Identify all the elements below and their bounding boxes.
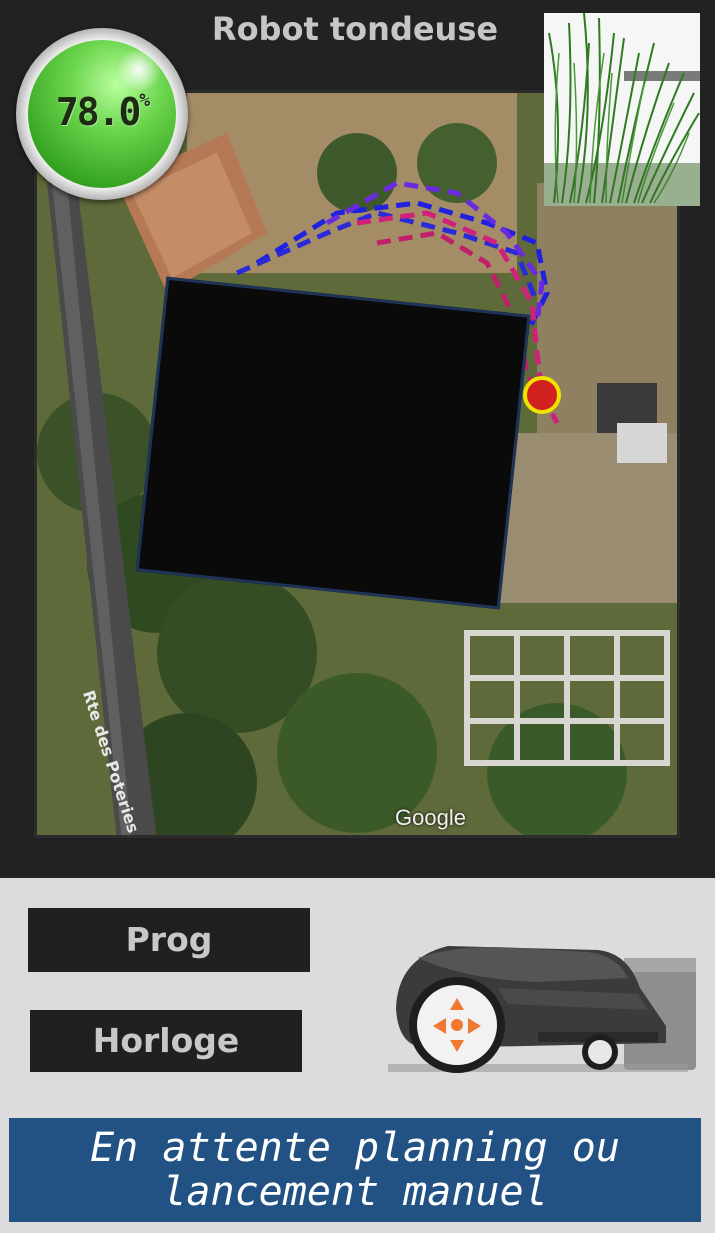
status-banner: En attente planning ou lancement manuel: [9, 1118, 701, 1222]
page-title: Robot tondeuse: [211, 10, 499, 48]
map-attribution: Google: [395, 805, 466, 830]
robot-mower-icon: [388, 938, 700, 1076]
grass-icon: [544, 13, 700, 206]
prog-button[interactable]: Prog: [28, 908, 310, 972]
top-panel: Robot tondeuse Rte des Poteries Google 7…: [0, 0, 715, 878]
map-overlay-panel: [135, 276, 531, 610]
status-line-2: lancement manuel: [162, 1169, 548, 1215]
horloge-button[interactable]: Horloge: [30, 1010, 302, 1072]
battery-gauge-icon: 78.0%: [16, 28, 188, 200]
mower-position-marker-icon: [523, 376, 561, 414]
battery-level-text: 78.0%: [55, 90, 150, 134]
status-line-1: En attente planning ou: [90, 1125, 620, 1171]
